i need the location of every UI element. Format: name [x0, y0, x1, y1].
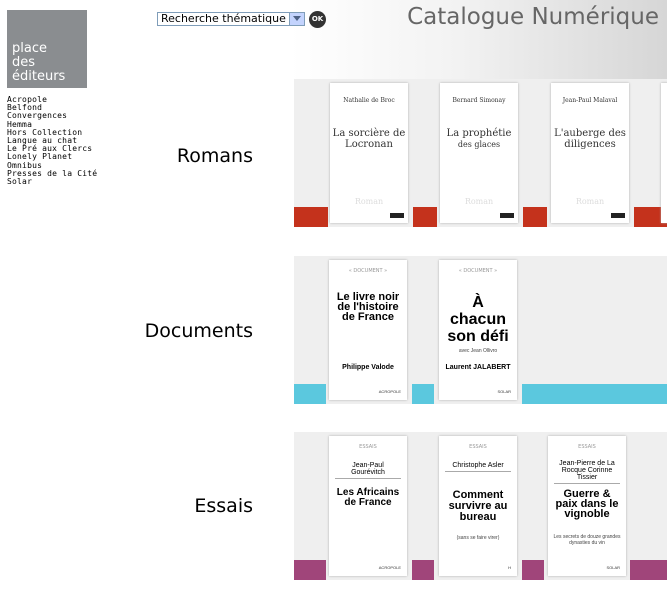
- book-cover[interactable]: ESSAIS Jean-Paul Gourévitch Les Africain…: [329, 436, 407, 576]
- book-cover[interactable]: « DOCUMENT » Le livre noir de l'histoire…: [329, 260, 407, 400]
- book-title: Les Africains de France: [336, 487, 400, 508]
- book-title: Le livre noir de l'histoire de France: [336, 291, 400, 323]
- book-collection: Roman: [354, 197, 384, 206]
- logo-line: éditeurs: [12, 69, 66, 84]
- book-author: Christophe Asler: [445, 462, 511, 472]
- book-title: La prophétie des glaces: [442, 128, 516, 150]
- book-cover[interactable]: ESSAIS Christophe Asler Comment survivre…: [439, 436, 517, 576]
- book-author: Jean-Pierre de La Rocque Corinne Tissier: [554, 460, 620, 484]
- category-band-documents: « DOCUMENT » Le livre noir de l'histoire…: [294, 256, 667, 404]
- category-color-stripe: [522, 384, 667, 404]
- book-title: L'auberge des diligences: [554, 128, 626, 150]
- category-color-stripe: [523, 207, 547, 227]
- page-title: Catalogue Numérique: [407, 4, 659, 30]
- book-cover[interactable]: [661, 83, 667, 223]
- book-publisher: SOLAR: [606, 565, 620, 570]
- select-value: Recherche thématique: [161, 12, 286, 25]
- logo-line: place: [12, 41, 47, 56]
- ok-button[interactable]: OK: [309, 11, 326, 28]
- book-collection: Roman: [464, 197, 494, 206]
- book-publisher: SOLAR: [497, 389, 511, 394]
- publisher-mark: [500, 213, 514, 218]
- book-series: « DOCUMENT »: [458, 268, 498, 274]
- book-title: La sorcière de Locronan: [332, 128, 406, 150]
- publisher-nav: Acropole Belfond Convergences Hemma Hors…: [7, 95, 97, 186]
- book-title-line: des glaces: [457, 140, 501, 149]
- category-label-essais[interactable]: Essais: [194, 495, 253, 517]
- book-subtitle: (sans se faire virer): [456, 535, 500, 541]
- thematic-search-select[interactable]: Recherche thématique: [157, 12, 305, 26]
- category-color-stripe: [412, 384, 434, 404]
- category-band-essais: ESSAIS Jean-Paul Gourévitch Les Africain…: [294, 432, 667, 580]
- book-cover[interactable]: Nathalie de Broc La sorcière de Locronan…: [330, 83, 408, 223]
- book-cover[interactable]: Bernard Simonay La prophétie des glaces R…: [440, 83, 518, 223]
- book-publisher: ACROPOLE: [378, 389, 401, 394]
- publisher-mark: [611, 213, 625, 218]
- nav-item-solar[interactable]: Solar: [7, 177, 97, 186]
- book-author: Laurent JALABERT: [445, 364, 511, 371]
- book-series: ESSAIS: [469, 444, 487, 450]
- book-publisher: H: [508, 565, 511, 570]
- category-color-stripe: [413, 207, 437, 227]
- category-color-stripe: [294, 384, 326, 404]
- book-author: Nathalie de Broc: [343, 97, 395, 104]
- book-cover[interactable]: Jean-Paul Malaval L'auberge des diligenc…: [551, 83, 629, 223]
- book-title: Comment survivre au bureau: [448, 489, 508, 523]
- book-author: Jean-Paul Malaval: [562, 97, 618, 104]
- book-series: ESSAIS: [359, 444, 377, 450]
- category-color-stripe: [630, 560, 667, 580]
- book-series: « DOCUMENT »: [348, 268, 388, 274]
- book-author: Philippe Valode: [342, 364, 394, 371]
- book-cover[interactable]: ESSAIS Jean-Pierre de La Rocque Corinne …: [548, 436, 626, 576]
- category-color-stripe: [412, 560, 434, 580]
- logo-line: des: [12, 55, 36, 70]
- category-label-romans[interactable]: Romans: [177, 145, 253, 167]
- category-label-documents[interactable]: Documents: [145, 320, 253, 342]
- book-title-line: La prophétie: [446, 128, 512, 139]
- book-series: ESSAIS: [578, 444, 596, 450]
- book-author: Bernard Simonay: [452, 97, 506, 104]
- book-publisher: ACROPOLE: [378, 565, 401, 570]
- book-author: Jean-Paul Gourévitch: [335, 462, 401, 479]
- book-title: À chacun son défi: [447, 294, 509, 345]
- publisher-mark: [390, 213, 404, 218]
- publisher-logo[interactable]: place des éditeurs: [7, 10, 87, 88]
- book-title: Guerre & paix dans le vignoble: [555, 488, 619, 520]
- book-subtitle: avec Jean Ollivro: [458, 348, 498, 354]
- category-color-stripe: [522, 560, 544, 580]
- book-subtitle: Les secrets de douze grandes dynasties d…: [553, 534, 621, 546]
- book-cover[interactable]: « DOCUMENT » À chacun son défi avec Jean…: [439, 260, 517, 400]
- chevron-down-icon[interactable]: [289, 13, 304, 25]
- category-color-stripe: [294, 207, 328, 227]
- category-band-romans: Nathalie de Broc La sorcière de Locronan…: [294, 79, 667, 227]
- book-collection: Roman: [575, 197, 605, 206]
- category-color-stripe: [294, 560, 326, 580]
